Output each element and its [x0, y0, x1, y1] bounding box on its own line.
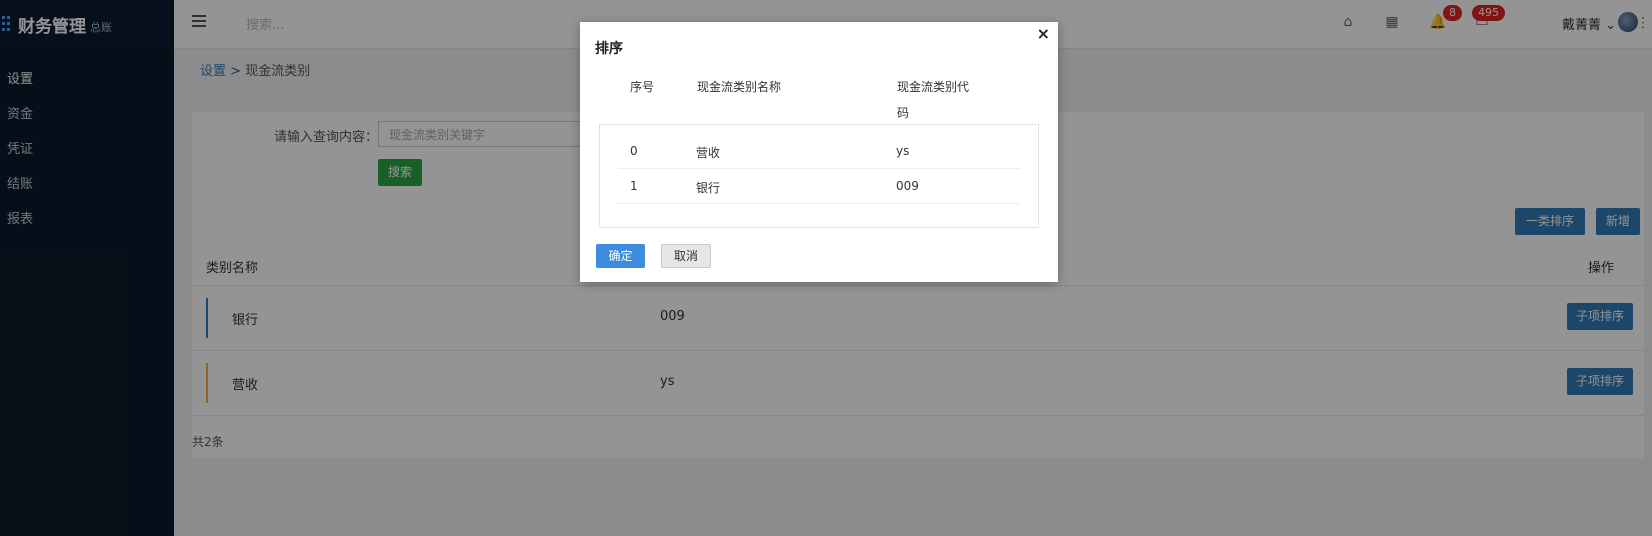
sortable-row[interactable]: 0 营收 ys [618, 133, 1020, 169]
sortable-row-name: 银行 [696, 181, 721, 195]
modal-header-index: 序号 [630, 80, 655, 94]
modal-title: 排序 [595, 41, 623, 57]
sortable-row-index: 0 [630, 144, 638, 158]
sortable-row-name: 营收 [696, 146, 721, 160]
modal-header-code: 现金流类别代 码 [897, 74, 969, 126]
confirm-button[interactable]: 确定 [596, 244, 645, 268]
modal-header-code-line1: 现金流类别代 [897, 80, 970, 94]
sortable-row[interactable]: 1 银行 009 [618, 168, 1020, 204]
sortable-row-code: 009 [896, 179, 919, 193]
sortable-row-index: 1 [630, 179, 638, 193]
modal-header-code-line2: 码 [897, 106, 910, 120]
cancel-button[interactable]: 取消 [661, 244, 711, 268]
close-icon[interactable]: × [1037, 24, 1050, 43]
sort-modal: × 排序 序号 现金流类别名称 现金流类别代 码 0 营收 ys 1 银行 00… [580, 22, 1058, 282]
sortable-row-code: ys [896, 144, 910, 158]
modal-header-name: 现金流类别名称 [697, 80, 782, 94]
sortable-list: 0 营收 ys 1 银行 009 [599, 124, 1039, 228]
